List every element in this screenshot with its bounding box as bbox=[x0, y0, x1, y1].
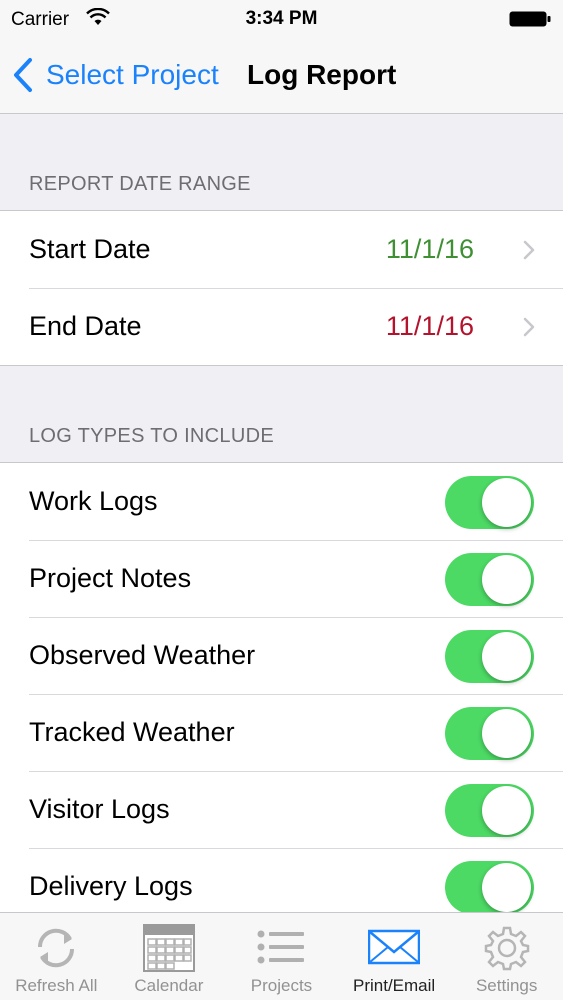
toggle-knob bbox=[482, 478, 531, 527]
project-notes-label: Project Notes bbox=[29, 563, 192, 593]
observed-weather-row: Observed Weather bbox=[0, 617, 563, 694]
tab-label: Calendar bbox=[134, 976, 204, 995]
page-title: Log Report bbox=[247, 59, 397, 90]
tracked-weather-label: Tracked Weather bbox=[29, 717, 235, 747]
visitor-logs-row: Visitor Logs bbox=[0, 771, 563, 848]
end-date-label: End Date bbox=[29, 311, 142, 341]
envelope-icon bbox=[368, 929, 421, 965]
tab-refresh-all[interactable]: Refresh All bbox=[0, 913, 113, 1000]
observed-weather-label: Observed Weather bbox=[29, 640, 256, 670]
back-button-label: Select Project bbox=[46, 59, 219, 90]
end-date-value: 11/1/16 bbox=[385, 311, 474, 341]
toggle-knob bbox=[482, 863, 531, 912]
chevron-right-icon bbox=[523, 240, 535, 259]
list-icon bbox=[257, 930, 305, 964]
tracked-weather-toggle[interactable] bbox=[445, 707, 534, 760]
tab-label: Print/Email bbox=[352, 976, 436, 995]
status-bar: Carrier 3:34 PM bbox=[0, 0, 563, 40]
tab-calendar[interactable]: Calendar bbox=[113, 913, 226, 1000]
delivery-logs-label: Delivery Logs bbox=[29, 871, 193, 901]
start-date-value: 11/1/16 bbox=[385, 234, 474, 264]
tab-label: Refresh All bbox=[15, 976, 98, 995]
chevron-left-icon bbox=[14, 58, 32, 92]
section-header-date-range: REPORT DATE RANGE bbox=[29, 173, 251, 195]
refresh-icon bbox=[38, 928, 75, 968]
observed-weather-toggle[interactable] bbox=[445, 630, 534, 683]
gear-icon bbox=[484, 926, 529, 971]
project-notes-toggle[interactable] bbox=[445, 553, 534, 606]
status-time: 3:34 PM bbox=[245, 8, 318, 29]
start-date-label: Start Date bbox=[29, 234, 151, 264]
tab-bar: Refresh All Calendar Projects Print/Emai… bbox=[0, 912, 563, 1000]
work-logs-toggle[interactable] bbox=[445, 476, 534, 529]
battery-icon bbox=[509, 11, 551, 27]
delivery-logs-toggle[interactable] bbox=[445, 861, 534, 914]
toggle-knob bbox=[482, 632, 531, 681]
tab-projects[interactable]: Projects bbox=[225, 913, 338, 1000]
toggle-knob bbox=[482, 555, 531, 604]
tab-label: Projects bbox=[250, 976, 313, 995]
back-button[interactable]: Select Project bbox=[12, 55, 219, 95]
visitor-logs-toggle[interactable] bbox=[445, 784, 534, 837]
project-notes-row: Project Notes bbox=[0, 540, 563, 617]
date-range-group: Start Date 11/1/16 End Date 11/1/16 bbox=[0, 210, 563, 366]
toggle-knob bbox=[482, 786, 531, 835]
toggle-knob bbox=[482, 709, 531, 758]
tab-label: Settings bbox=[475, 976, 538, 995]
navigation-bar: Select Project Log Report bbox=[0, 40, 563, 114]
end-date-row[interactable]: End Date 11/1/16 bbox=[0, 288, 563, 365]
work-logs-row: Work Logs bbox=[0, 463, 563, 540]
log-types-group: Work Logs Project Notes Observed Weather… bbox=[0, 462, 563, 925]
work-logs-label: Work Logs bbox=[29, 486, 158, 516]
visitor-logs-label: Visitor Logs bbox=[29, 794, 170, 824]
chevron-right-icon bbox=[523, 317, 535, 336]
tab-print-email[interactable]: Print/Email bbox=[338, 913, 451, 1000]
tab-settings[interactable]: Settings bbox=[450, 913, 563, 1000]
section-header-log-types: LOG TYPES TO INCLUDE bbox=[29, 425, 274, 447]
calendar-icon bbox=[142, 924, 195, 972]
start-date-row[interactable]: Start Date 11/1/16 bbox=[0, 211, 563, 288]
tracked-weather-row: Tracked Weather bbox=[0, 694, 563, 771]
